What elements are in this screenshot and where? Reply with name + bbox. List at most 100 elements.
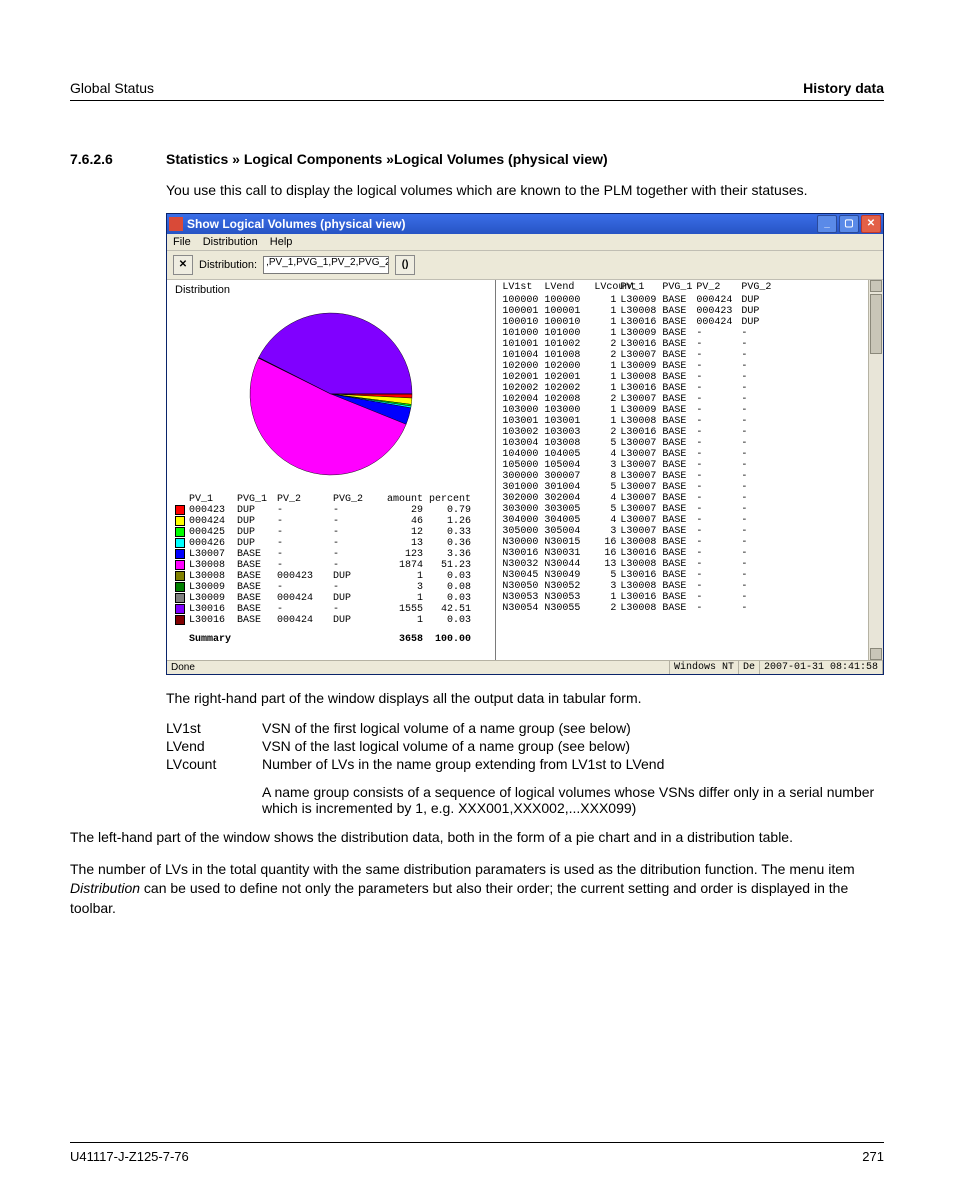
toolbar: ✕ Distribution: ,PV_1,PVG_1,PV_2,PVG_2 (… [167,251,883,280]
table-row: N30016N3003116L30016BASE-- [502,548,883,559]
table-row: 3000003000078L30007BASE-- [502,471,883,482]
table-row: 1030041030085L30007BASE-- [502,438,883,449]
titlebar[interactable]: Show Logical Volumes (physical view) _ ▢… [167,214,883,234]
status-done: Done [167,661,670,674]
legend-swatch-icon [175,560,185,570]
pie-chart [241,304,421,484]
legend-row: L30008BASE000423DUP10.03 [175,571,487,582]
table-row: N30050N300523L30008BASE-- [502,581,883,592]
table-row: 1050001050043L30007BASE-- [502,460,883,471]
menu-file[interactable]: File [173,236,191,248]
legend-row: 000423DUP--290.79 [175,505,487,516]
section-heading: 7.6.2.6 Statistics » Logical Components … [70,151,884,167]
header-right: History data [803,80,884,96]
distribution-pane: Distribution PV_1 PVG_1 PV_2 PVG_2 amoun… [167,280,496,660]
distribution-title: Distribution [175,284,487,296]
legend-swatch-icon [175,538,185,548]
table-row: 1020011020011L30008BASE-- [502,372,883,383]
legend-row: L30009BASE--30.08 [175,582,487,593]
legend-summary: Summary 3658 100.00 [189,634,487,645]
legend-swatch-icon [175,505,185,515]
scroll-up-icon[interactable] [870,280,882,292]
table-row: N30045N300495L30016BASE-- [502,570,883,581]
scroll-down-icon[interactable] [870,648,882,660]
menu-help[interactable]: Help [270,236,293,248]
app-icon [169,217,183,231]
page-header: Global Status History data [70,80,884,101]
legend-swatch-icon [175,582,185,592]
name-group-note: A name group consists of a sequence of l… [262,784,884,816]
section-title: Statistics » Logical Components »Logical… [166,151,608,167]
footer-docid: U41117-J-Z125-7-76 [70,1149,189,1164]
data-pane: LV1st LVend LVcount PV_1 PVG_1 PV_2 PVG_… [496,280,883,660]
legend-row: L30009BASE000424DUP10.03 [175,593,487,604]
intro-paragraph: You use this call to display the logical… [166,181,884,201]
def-term: LVend [166,738,262,754]
table-row: 3050003050043L30007BASE-- [502,526,883,537]
menu-distribution[interactable]: Distribution [203,236,258,248]
statusbar: Done Windows NT De 2007-01-31 08:41:58 [167,660,883,674]
status-locale: De [739,661,760,674]
legend-row: L30016BASE--155542.51 [175,604,487,615]
table-row: 1040001040054L30007BASE-- [502,449,883,460]
section-number: 7.6.2.6 [70,151,166,167]
table-row: 1010041010082L30007BASE-- [502,350,883,361]
legend-swatch-icon [175,527,185,537]
table-row: 3020003020044L30007BASE-- [502,493,883,504]
distribution-menu-ref: Distribution [70,880,140,896]
distribution-label: Distribution: [199,259,257,271]
after-window-2: The left-hand part of the window shows t… [70,828,884,848]
toolbar-refresh-icon[interactable]: () [395,255,415,275]
definition-list: LV1stVSN of the first logical volume of … [166,720,884,816]
table-row: 1000001000001L30009BASE000424DUP [502,295,883,306]
table-row: N30000N3001516L30008BASE-- [502,537,883,548]
legend-row: L30016BASE000424DUP10.03 [175,615,487,626]
table-row: 3030003030055L30007BASE-- [502,504,883,515]
toolbar-close-icon[interactable]: ✕ [173,255,193,275]
legend-swatch-icon [175,604,185,614]
table-row: 1030011030011L30008BASE-- [502,416,883,427]
after-window-1: The right-hand part of the window displa… [166,689,884,709]
legend-swatch-icon [175,516,185,526]
def-desc: Number of LVs in the name group extendin… [262,756,884,772]
page-footer: U41117-J-Z125-7-76 271 [70,1142,884,1164]
status-timestamp: 2007-01-31 08:41:58 [760,661,883,674]
app-window: Show Logical Volumes (physical view) _ ▢… [166,213,884,675]
def-term: LV1st [166,720,262,736]
minimize-button[interactable]: _ [817,215,837,233]
table-row: 1030021030032L30016BASE-- [502,427,883,438]
legend-header: PV_1 PVG_1 PV_2 PVG_2 amount percent [189,494,487,505]
legend-row: L30008BASE--187451.23 [175,560,487,571]
window-title: Show Logical Volumes (physical view) [187,217,817,231]
legend-swatch-icon [175,549,185,559]
close-button[interactable]: ✕ [861,215,881,233]
scroll-thumb[interactable] [870,294,882,354]
def-desc: VSN of the last logical volume of a name… [262,738,884,754]
status-os: Windows NT [670,661,739,674]
after-window-3: The number of LVs in the total quantity … [70,860,884,919]
legend-swatch-icon [175,571,185,581]
table-row: N30053N300531L30016BASE-- [502,592,883,603]
table-row: 1020001020001L30009BASE-- [502,361,883,372]
legend-row: L30007BASE--1233.36 [175,549,487,560]
maximize-button[interactable]: ▢ [839,215,859,233]
def-desc: VSN of the first logical volume of a nam… [262,720,884,736]
table-row: 1030001030001L30009BASE-- [502,405,883,416]
distribution-input[interactable]: ,PV_1,PVG_1,PV_2,PVG_2 [263,256,389,274]
legend-swatch-icon [175,615,185,625]
table-row: 3010003010045L30007BASE-- [502,482,883,493]
table-row: 1020041020082L30007BASE-- [502,394,883,405]
table-row: 3040003040054L30007BASE-- [502,515,883,526]
data-header: LV1st LVend LVcount PV_1 PVG_1 PV_2 PVG_… [502,282,883,293]
scrollbar[interactable] [868,280,883,660]
footer-pagenum: 271 [862,1149,884,1164]
legend-row: 000424DUP--461.26 [175,516,487,527]
table-row: 1010001010001L30009BASE-- [502,328,883,339]
table-row: N30054N300552L30008BASE-- [502,603,883,614]
table-row: 1010011010022L30016BASE-- [502,339,883,350]
table-row: N30032N3004413L30008BASE-- [502,559,883,570]
menubar: File Distribution Help [167,234,883,251]
legend-swatch-icon [175,593,185,603]
table-row: 1000011000011L30008BASE000423DUP [502,306,883,317]
table-row: 1020021020021L30016BASE-- [502,383,883,394]
